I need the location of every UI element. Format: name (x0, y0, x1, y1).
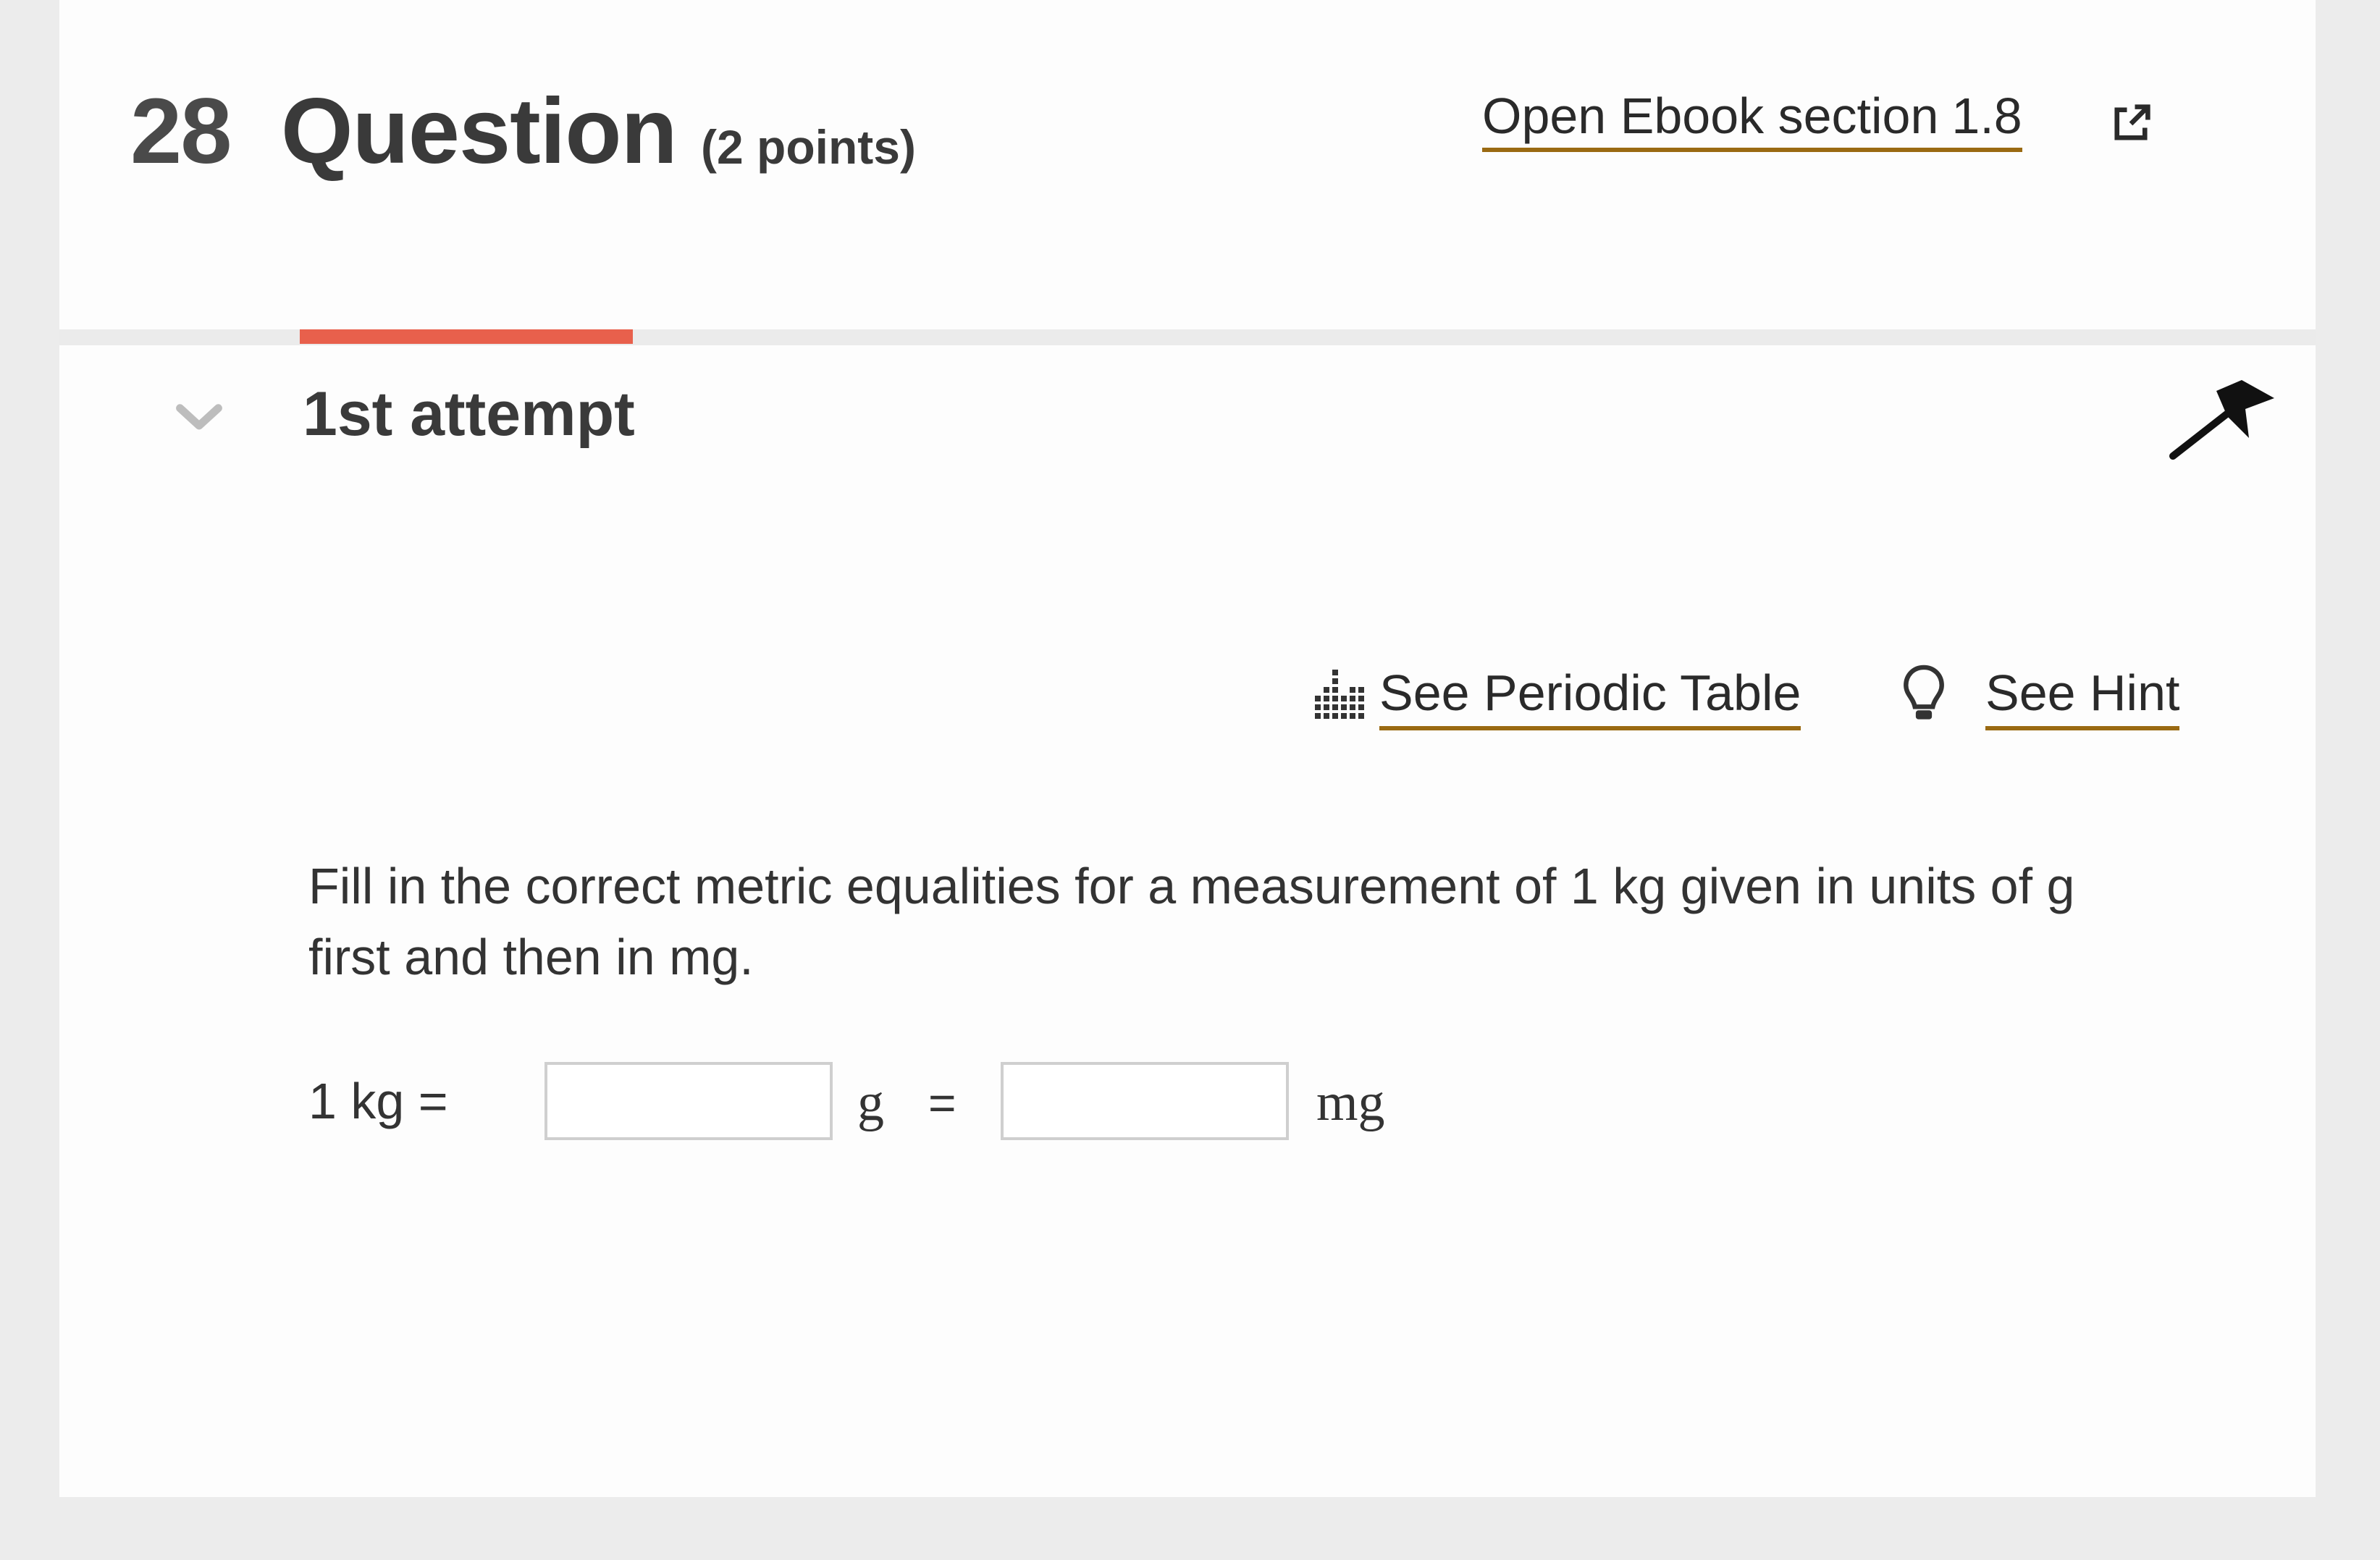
equals-sign: = (928, 1076, 956, 1129)
attempt-title[interactable]: 1st attempt (303, 380, 635, 449)
question-prompt: Fill in the correct metric equalities fo… (308, 858, 2075, 985)
ebook-section-number: 1.8 (1951, 88, 2022, 144)
flag-icon[interactable] (2169, 380, 2278, 460)
open-ebook-link[interactable]: Open Ebook section 1.8 (1482, 85, 2022, 152)
equation-lhs: 1 kg = (308, 1073, 448, 1129)
question-points: (2 points) (701, 120, 916, 174)
question-header: 28 Question (2 points) Open Ebook sectio… (59, 0, 2316, 329)
open-ebook-label: Open Ebook section (1482, 88, 1939, 144)
external-link-icon[interactable] (2107, 100, 2155, 148)
lightbulb-icon (1904, 665, 1944, 720)
unit-g-label: g (857, 1073, 884, 1132)
milligrams-input[interactable] (1001, 1062, 1289, 1140)
see-hint-link[interactable]: See Hint (1985, 662, 2180, 730)
question-title: Question (281, 80, 678, 183)
chevron-down-icon[interactable] (175, 402, 223, 434)
unit-mg-label: mg (1316, 1073, 1385, 1132)
question-number: 28 (130, 80, 232, 183)
periodic-table-icon (1315, 670, 1364, 719)
question-card: 28 Question (2 points) Open Ebook sectio… (59, 0, 2316, 1497)
equation-row: 1 kg = g = mg (308, 1062, 1901, 1143)
attempt-section: 1st attempt See Periodic Table See Hint … (59, 329, 2316, 1497)
see-periodic-table-link[interactable]: See Periodic Table (1379, 662, 1801, 730)
grams-input[interactable] (544, 1062, 833, 1140)
